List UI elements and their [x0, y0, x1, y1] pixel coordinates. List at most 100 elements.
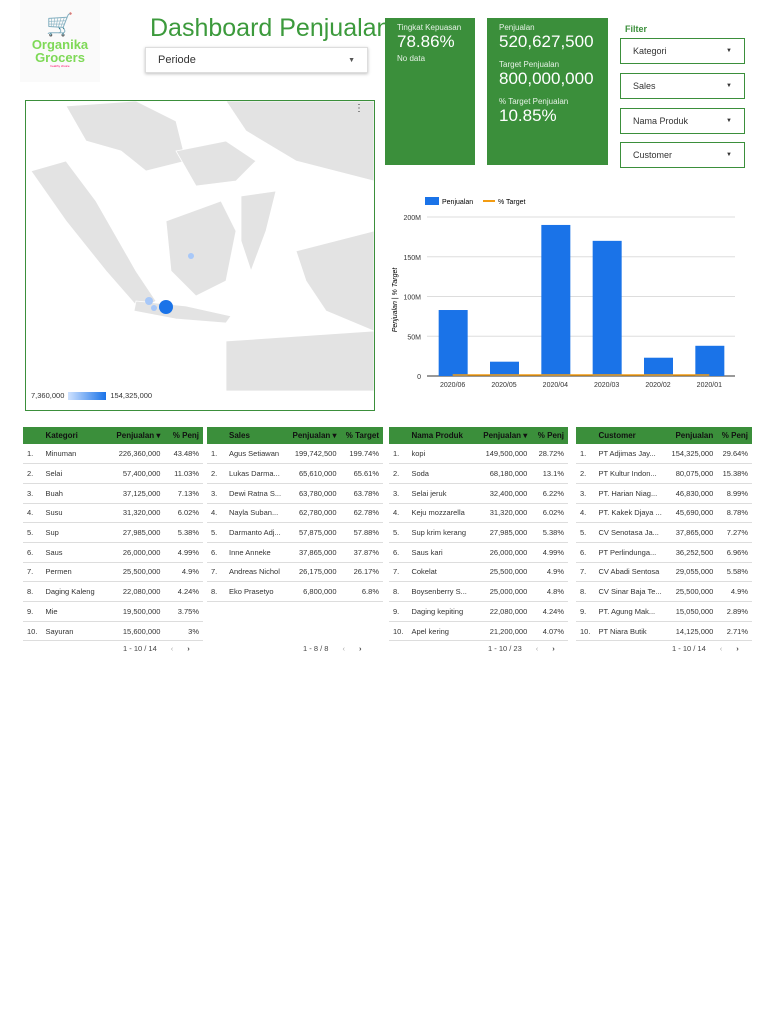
table-row[interactable]: 9. Mie 19,500,000 3.75%	[23, 601, 203, 622]
map-bubble[interactable]	[151, 305, 157, 311]
dropdown-arrow-icon: ▼	[726, 83, 732, 89]
table-row[interactable]: 6. PT Perlindunga... 36,252,500 6.96%	[576, 542, 752, 563]
table-row[interactable]: 1. Agus Setiawan 199,742,500 199.74%	[207, 444, 383, 465]
table-row[interactable]: 10. PT Niara Butik 14,125,000 2.71%	[576, 621, 752, 642]
table-cell: 15,050,000	[666, 601, 718, 622]
table-row[interactable]: 1. kopi 149,500,000 28.72%	[389, 444, 568, 465]
filter-kategori[interactable]: Kategori ▼	[620, 38, 745, 64]
table-row[interactable]: 8. Daging Kaleng 22,080,000 4.24%	[23, 581, 203, 602]
table-cell: 26,000,000	[105, 542, 165, 563]
table-row[interactable]: 7. Permen 25,500,000 4.9%	[23, 562, 203, 583]
table-row[interactable]: 8. Eko Prasetyo 6,800,000 6.8%	[207, 581, 383, 602]
table-row[interactable]: 4. PT. Kakek Djaya ... 45,690,000 8.78%	[576, 503, 752, 524]
column-header[interactable]: Penjualan	[666, 427, 718, 444]
column-header[interactable]: Kategori	[41, 427, 106, 444]
table-row[interactable]: 1. PT Adjimas Jay... 154,325,000 29.64%	[576, 444, 752, 465]
table-row[interactable]: 3. Buah 37,125,000 7.13%	[23, 483, 203, 504]
next-page-icon[interactable]: ›	[552, 644, 555, 653]
column-header[interactable]: Penjualan ▾	[475, 427, 532, 444]
prev-page-icon[interactable]: ‹	[536, 644, 539, 653]
next-page-icon[interactable]: ›	[736, 644, 739, 653]
table-cell: 29,055,000	[666, 562, 718, 583]
table-row[interactable]: 2. Selai 57,400,000 11.03%	[23, 463, 203, 484]
next-page-icon[interactable]: ›	[359, 644, 362, 653]
table-row[interactable]: 8. Boysenberry S... 25,000,000 4.8%	[389, 581, 568, 602]
table-row[interactable]: 10. Sayuran 15,600,000 3%	[23, 621, 203, 642]
filter-sales[interactable]: Sales ▼	[620, 73, 745, 99]
map-bubble[interactable]	[145, 297, 153, 305]
table-row[interactable]: 5. Sup krim kerang 27,985,000 5.38%	[389, 522, 568, 543]
table-cell: 43.48%	[164, 444, 203, 465]
bar-2020/04[interactable]	[541, 224, 571, 376]
table-row[interactable]: 3. Selai jeruk 32,400,000 6.22%	[389, 483, 568, 504]
table-row[interactable]: 7. CV Abadi Sentosa 29,055,000 5.58%	[576, 562, 752, 583]
bar-2020/05[interactable]	[490, 361, 519, 376]
table-row[interactable]: 10. Apel kering 21,200,000 4.07%	[389, 621, 568, 642]
cart-icon: 🛒	[46, 12, 74, 37]
bar-2020/01[interactable]	[695, 345, 725, 376]
table-row[interactable]: 4. Susu 31,320,000 6.02%	[23, 503, 203, 524]
table-cell: 6.22%	[531, 483, 568, 504]
table-cell: 26,000,000	[475, 542, 532, 563]
next-page-icon[interactable]: ›	[187, 644, 190, 653]
prev-page-icon[interactable]: ‹	[342, 644, 345, 653]
table-cell: 4.99%	[164, 542, 203, 563]
filter-customer[interactable]: Customer ▼	[620, 142, 745, 168]
table-row[interactable]: 1. Minuman 226,360,000 43.48%	[23, 444, 203, 465]
table-cell: 9.	[576, 601, 595, 622]
table-cell: 3.	[389, 483, 408, 504]
table-cell: 4.8%	[531, 581, 568, 602]
prev-page-icon[interactable]: ‹	[171, 644, 174, 653]
table-cell: 7.27%	[717, 522, 752, 543]
table-row[interactable]: 2. PT Kultur Indon... 80,075,000 15.38%	[576, 463, 752, 484]
table-row[interactable]: 5. Darmanto Adj... 57,875,000 57.88%	[207, 522, 383, 543]
table-3: Customer Penjualan% Penj 1. PT Adjimas Jay.…	[576, 427, 752, 642]
sales-map[interactable]: ⋮ 7,360,000 154,325,000	[25, 100, 375, 411]
table-row[interactable]: 9. PT. Agung Mak... 15,050,000 2.89%	[576, 601, 752, 622]
column-header[interactable]: Nama Produk	[407, 427, 476, 444]
dropdown-arrow-icon: ▼	[726, 118, 732, 124]
table-header: Kategori Penjualan ▾% Penj	[23, 427, 203, 444]
table-row[interactable]: 3. Dewi Ratna S... 63,780,000 63.78%	[207, 483, 383, 504]
table-cell: 226,360,000	[105, 444, 165, 465]
table-cell: 5.38%	[164, 522, 203, 543]
table-cell: 6.02%	[531, 503, 568, 524]
column-header[interactable]: Penjualan ▾	[286, 427, 341, 444]
column-header[interactable]: % Penj	[164, 427, 203, 444]
table-row[interactable]: 7. Cokelat 25,500,000 4.9%	[389, 562, 568, 583]
table-cell: 63.78%	[340, 483, 383, 504]
table-row[interactable]: 6. Saus 26,000,000 4.99%	[23, 542, 203, 563]
table-row[interactable]: 8. CV Sinar Baja Te... 25,500,000 4.9%	[576, 581, 752, 602]
table-row[interactable]: 2. Lukas Darma... 65,610,000 65.61%	[207, 463, 383, 484]
table-row[interactable]: 7. Andreas Nichol 26,175,000 26.17%	[207, 562, 383, 583]
periode-dropdown[interactable]: Periode ▼	[145, 47, 368, 73]
table-row[interactable]: 6. Saus kari 26,000,000 4.99%	[389, 542, 568, 563]
prev-page-icon[interactable]: ‹	[720, 644, 723, 653]
column-header[interactable]: % Penj	[531, 427, 568, 444]
table-row[interactable]: 3. PT. Harian Niag... 46,830,000 8.99%	[576, 483, 752, 504]
column-header[interactable]: Customer	[594, 427, 667, 444]
column-header[interactable]: Sales	[225, 427, 287, 444]
table-row[interactable]: 4. Nayla Suban... 62,780,000 62.78%	[207, 503, 383, 524]
table-row[interactable]: 5. Sup 27,985,000 5.38%	[23, 522, 203, 543]
filter-nama-produk[interactable]: Nama Produk ▼	[620, 108, 745, 134]
table-cell: 37.87%	[340, 542, 383, 563]
y-tick-label: 50M	[407, 334, 421, 341]
table-cell: 25,500,000	[666, 581, 718, 602]
map-bubble[interactable]	[159, 300, 173, 314]
more-options-icon[interactable]: ⋮	[354, 103, 364, 114]
bar-2020/02[interactable]	[644, 357, 673, 376]
table-row[interactable]: 9. Daging kepiting 22,080,000 4.24%	[389, 601, 568, 622]
column-header[interactable]: % Target	[340, 427, 383, 444]
table-cell: Sup krim kerang	[407, 522, 476, 543]
table-cell: 8.	[23, 581, 42, 602]
column-header[interactable]: % Penj	[717, 427, 752, 444]
column-header[interactable]: Penjualan ▾	[105, 427, 165, 444]
map-bubble[interactable]	[188, 253, 194, 259]
bar-2020/06[interactable]	[438, 310, 468, 376]
table-row[interactable]: 4. Keju mozzarella 31,320,000 6.02%	[389, 503, 568, 524]
table-row[interactable]: 5. CV Senotasa Ja... 37,865,000 7.27%	[576, 522, 752, 543]
bar-2020/03[interactable]	[592, 240, 622, 376]
table-row[interactable]: 6. Inne Anneke 37,865,000 37.87%	[207, 542, 383, 563]
table-row[interactable]: 2. Soda 68,180,000 13.1%	[389, 463, 568, 484]
